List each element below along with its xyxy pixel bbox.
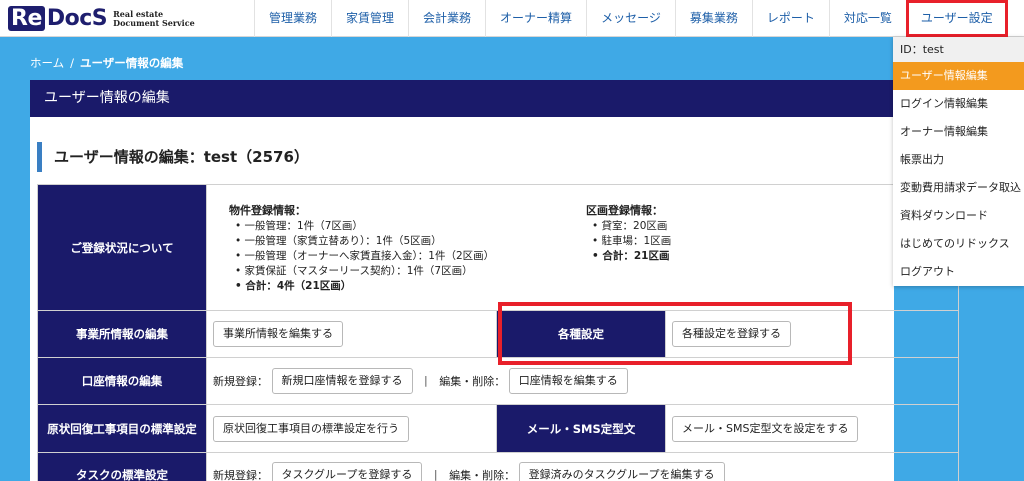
edit-office-button[interactable]: 事業所情報を編集する xyxy=(213,321,343,347)
panel-header: ユーザー情報の編集 xyxy=(30,80,894,117)
nav-recruitment[interactable]: 募集業務 xyxy=(674,0,752,37)
mail-sms-label: メール・SMS定型文 xyxy=(496,404,666,453)
top-bar: Re DocS Real estate Document Service 管理業務… xyxy=(0,0,1024,37)
nav-support-list[interactable]: 対応一覧 xyxy=(828,0,906,37)
menu-user-info-edit[interactable]: ユーザー情報編集 xyxy=(893,62,1024,90)
nav-user-settings[interactable]: ユーザー設定 xyxy=(905,0,1008,37)
breadcrumb-home[interactable]: ホーム xyxy=(30,56,64,70)
menu-getting-started[interactable]: はじめてのリドックス xyxy=(893,230,1024,258)
main-nav: 管理業務 家賃管理 会計業務 オーナー精算 メッセージ 募集業務 レポート 対応… xyxy=(254,0,1008,37)
nav-rent[interactable]: 家賃管理 xyxy=(331,0,408,37)
settings-highlight-box xyxy=(498,302,852,365)
nav-management[interactable]: 管理業務 xyxy=(254,0,331,37)
nav-accounting[interactable]: 会計業務 xyxy=(408,0,485,37)
table-row: 口座情報の編集 新規登録： 新規口座情報を登録する | 編集・削除： 口座情報を… xyxy=(37,357,959,405)
office-label: 事業所情報の編集 xyxy=(37,310,207,358)
menu-variable-cost-import[interactable]: 変動費用請求データ取込 xyxy=(893,174,1024,202)
table-row: ご登録状況について 物件登録情報： 一般管理：1件（7区画） 一般管理（家賃立替… xyxy=(37,184,959,311)
breadcrumb: ホーム / ユーザー情報の編集 xyxy=(30,55,183,71)
menu-form-output[interactable]: 帳票出力 xyxy=(893,146,1024,174)
register-bank-button[interactable]: 新規口座情報を登録する xyxy=(271,368,413,394)
table-row: 原状回復工事項目の標準設定 原状回復工事項目の標準設定を行う メール・SMS定型… xyxy=(37,404,959,453)
property-registration: 物件登録情報： 一般管理：1件（7区画） 一般管理（家賃立替あり）：1件（5区画… xyxy=(229,202,586,294)
registration-label: ご登録状況について xyxy=(37,184,207,311)
menu-document-download[interactable]: 資料ダウンロード xyxy=(893,202,1024,230)
breadcrumb-separator: / xyxy=(70,56,75,70)
mail-sms-button[interactable]: メール・SMS定型文を設定をする xyxy=(672,415,859,442)
nav-message[interactable]: メッセージ xyxy=(586,0,675,37)
restore-settings-button[interactable]: 原状回復工事項目の標準設定を行う xyxy=(213,415,409,442)
menu-logout[interactable]: ログアウト xyxy=(893,258,1024,286)
user-id: ID：test xyxy=(893,37,1024,62)
table-row: タスクの標準設定 新規登録： タスクグループを登録する | 編集・削除： 登録済… xyxy=(37,452,959,481)
nav-report[interactable]: レポート xyxy=(751,0,829,37)
redocs-logo[interactable]: Re DocS Real estate Document Service xyxy=(8,4,198,34)
register-task-group-button[interactable]: タスクグループを登録する xyxy=(271,461,423,481)
page-title: ユーザー情報の編集：test（2576） xyxy=(37,142,309,172)
nav-owner-settlement[interactable]: オーナー精算 xyxy=(485,0,586,37)
edit-bank-button[interactable]: 口座情報を編集する xyxy=(508,368,628,394)
restore-label: 原状回復工事項目の標準設定 xyxy=(37,404,207,453)
task-label: タスクの標準設定 xyxy=(37,452,207,481)
user-settings-dropdown: ID：test ユーザー情報編集 ログイン情報編集 オーナー情報編集 帳票出力 … xyxy=(893,37,1024,286)
unit-registration: 区画登録情報： 貸室：20区画 駐車場：1区画 合計：21区画 xyxy=(586,202,671,294)
logo-subtitle: Real estate Document Service xyxy=(113,9,195,28)
menu-login-info-edit[interactable]: ログイン情報編集 xyxy=(893,90,1024,118)
breadcrumb-current: ユーザー情報の編集 xyxy=(80,56,184,70)
menu-owner-info-edit[interactable]: オーナー情報編集 xyxy=(893,118,1024,146)
registration-value: 物件登録情報： 一般管理：1件（7区画） 一般管理（家賃立替あり）：1件（5区画… xyxy=(206,184,959,311)
main-panel: ユーザー情報の編集 ユーザー情報の編集：test（2576） ご登録状況について… xyxy=(30,80,959,481)
edit-task-group-button[interactable]: 登録済みのタスクグループを編集する xyxy=(518,461,725,481)
logo-mark: Re DocS xyxy=(8,5,108,33)
bank-label: 口座情報の編集 xyxy=(37,357,207,405)
